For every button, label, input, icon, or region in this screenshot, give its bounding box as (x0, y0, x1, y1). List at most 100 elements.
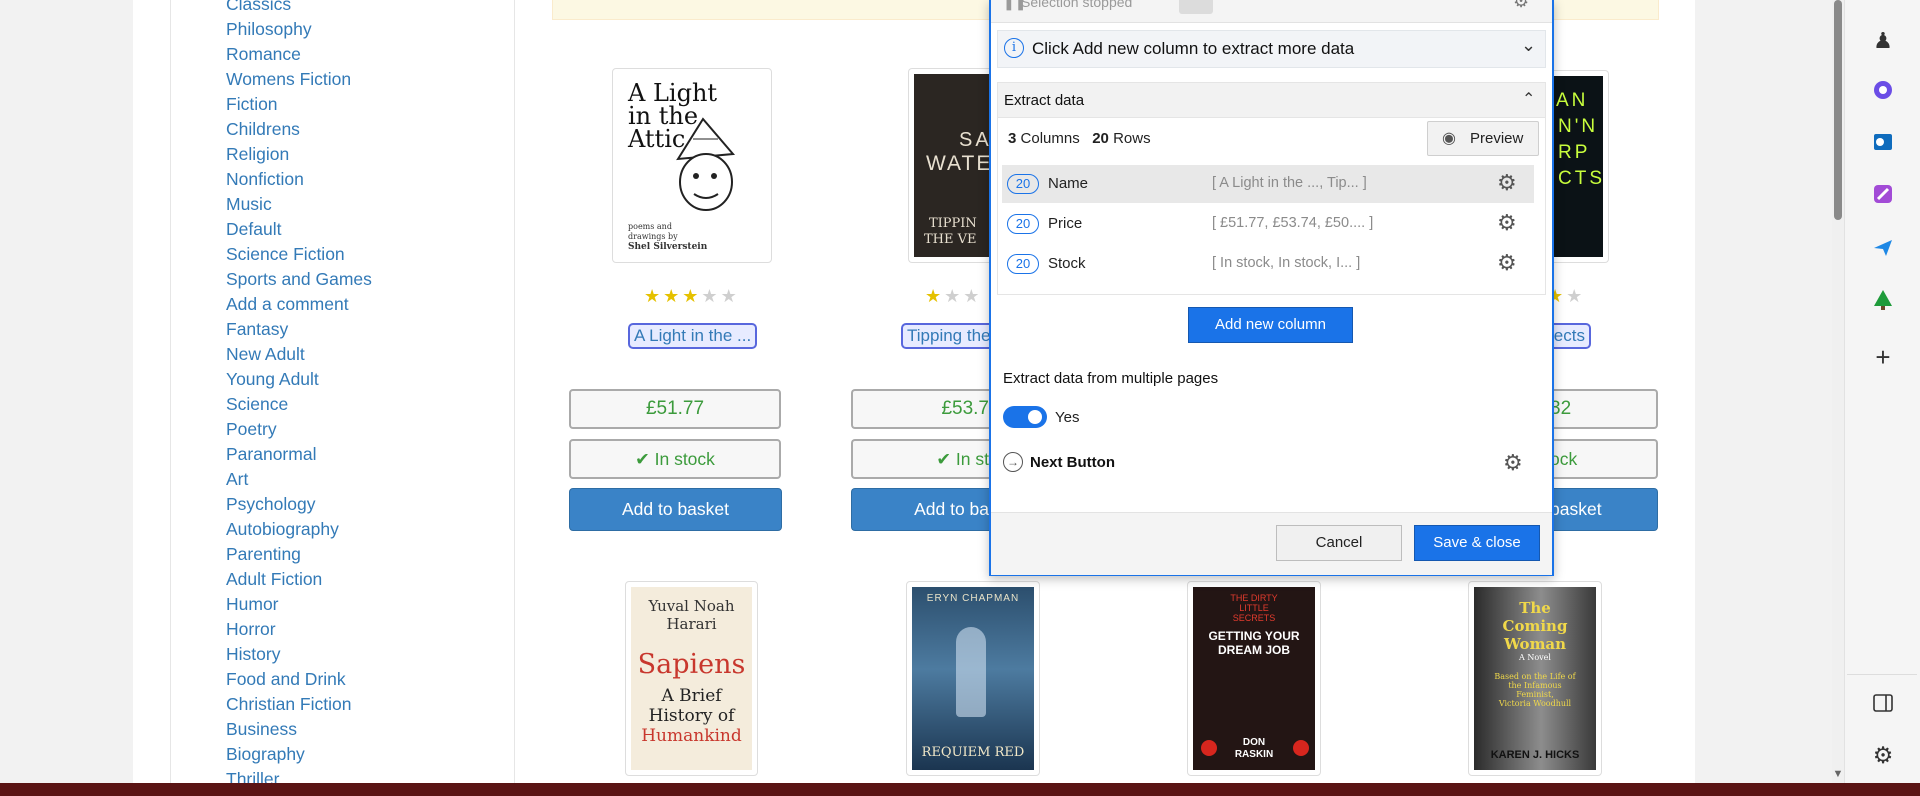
info-banner[interactable]: i Click Add new column to extract more d… (997, 30, 1546, 68)
category-link[interactable]: Biography (226, 744, 305, 765)
category-link[interactable]: Classics (226, 0, 291, 15)
product-thumbnail[interactable]: AN N'N RP CTS (1550, 70, 1609, 263)
category-link[interactable]: Fantasy (226, 319, 288, 340)
star-icon: ★ (720, 286, 740, 306)
preview-button[interactable]: ◉ Preview (1427, 121, 1539, 156)
add-to-basket-button[interactable]: Add to basket (569, 488, 782, 531)
column-name: Stock (1048, 255, 1086, 272)
cover-subtitle: Victoria Woodhull (1498, 699, 1572, 708)
add-icon[interactable]: + (1870, 344, 1896, 370)
stock-label: In st (955, 449, 989, 469)
category-link[interactable]: Horror (226, 619, 276, 640)
category-link[interactable]: Romance (226, 44, 301, 65)
category-link[interactable]: Childrens (226, 119, 300, 140)
category-link[interactable]: History (226, 644, 280, 665)
eye-icon: ◉ (1442, 130, 1456, 147)
star-icon: ★ (644, 286, 664, 306)
product-thumbnail[interactable]: SARA WATE TIPPIN THE VE (908, 68, 989, 263)
book-cover-image: SARA WATE TIPPIN THE VE (914, 74, 989, 257)
book-cover-image: AN N'N RP CTS (1550, 76, 1603, 257)
multi-page-toggle[interactable] (1003, 406, 1047, 428)
category-link[interactable]: Paranormal (226, 444, 316, 465)
extract-data-section-header[interactable]: Extract data ⌃ (997, 82, 1546, 118)
book-cover-image: Yuval Noah Harari Sapiens A Brief Histor… (631, 587, 752, 770)
category-link[interactable]: Music (226, 194, 272, 215)
category-link[interactable]: Food and Drink (226, 669, 346, 690)
category-link[interactable]: New Adult (226, 344, 305, 365)
add-new-column-button[interactable]: Add new column (1188, 307, 1353, 343)
product-price: 32 (1550, 389, 1658, 429)
product-title-link[interactable]: jects (1550, 323, 1591, 349)
tree-icon[interactable] (1870, 288, 1896, 314)
category-link[interactable]: Humor (226, 594, 279, 615)
product-thumbnail[interactable]: ERYN CHAPMAN REQUIEM RED (906, 581, 1040, 776)
arrow-right-circle-icon: → (1003, 452, 1023, 472)
check-icon: ✔ (936, 449, 952, 469)
column-sample-values: [ A Light in the ..., Tip... ] (1212, 175, 1367, 191)
column-row-name[interactable]: 20 Name [ A Light in the ..., Tip... ] ⚙ (1002, 165, 1534, 203)
add-to-basket-button[interactable]: basket (1550, 488, 1658, 531)
scroll-down-arrow-icon[interactable]: ▼ (1832, 768, 1844, 782)
button-label: basket (1550, 499, 1602, 519)
cover-title-line: Coming (1502, 617, 1568, 635)
category-link[interactable]: Business (226, 719, 297, 740)
split-view-icon[interactable] (1870, 692, 1896, 718)
column-row-price[interactable]: 20 Price [ £51.77, £53.74, £50.... ] ⚙ (1002, 205, 1534, 243)
category-link[interactable]: Religion (226, 144, 289, 165)
category-link[interactable]: Nonfiction (226, 169, 304, 190)
send-icon[interactable] (1870, 236, 1896, 262)
star-icon: ★ (944, 286, 964, 306)
book-cover-image: ERYN CHAPMAN REQUIEM RED (912, 587, 1034, 770)
eye-toggle-icon[interactable] (1179, 0, 1213, 14)
extract-data-section-body: 3 Columns 20 Rows ◉ Preview 20 Name [ A … (997, 116, 1546, 295)
next-button-selector-label[interactable]: Next Button (1030, 454, 1115, 471)
product-thumbnail[interactable]: The Coming Woman A Novel Based on the Li… (1468, 581, 1602, 776)
category-link[interactable]: Science Fiction (226, 244, 345, 265)
category-link[interactable]: Womens Fiction (226, 69, 351, 90)
chevron-down-icon[interactable]: ⌄ (1521, 35, 1536, 56)
category-link[interactable]: Young Adult (226, 369, 319, 390)
scrollbar-thumb[interactable] (1834, 0, 1842, 220)
category-link[interactable]: Science (226, 394, 288, 415)
save-close-button[interactable]: Save & close (1414, 525, 1540, 561)
category-link[interactable]: Default (226, 219, 281, 240)
category-link[interactable]: Sports and Games (226, 269, 372, 290)
selection-status-text: Selection stopped (1021, 0, 1133, 10)
category-link[interactable]: Adult Fiction (226, 569, 322, 590)
category-link[interactable]: Art (226, 469, 248, 490)
column-settings-gear-icon[interactable]: ⚙ (1497, 252, 1517, 274)
column-settings-gear-icon[interactable]: ⚙ (1497, 212, 1517, 234)
cover-badge (1293, 740, 1309, 756)
product-thumbnail[interactable]: THE DIRTY LITTLE SECRETS GETTING YOUR DR… (1187, 581, 1321, 776)
category-link[interactable]: Psychology (226, 494, 316, 515)
copilot-icon[interactable] (1870, 78, 1896, 104)
chess-icon[interactable]: ♟ (1870, 28, 1896, 54)
next-button-settings-gear-icon[interactable]: ⚙ (1503, 452, 1523, 474)
rail-divider (1847, 674, 1917, 675)
product-title-link[interactable]: Tipping the (901, 323, 993, 349)
button-label: Add to ba (914, 499, 989, 519)
category-link[interactable]: Poetry (226, 419, 277, 440)
product-title-link[interactable]: A Light in the ... (628, 323, 758, 349)
column-settings-gear-icon[interactable]: ⚙ (1497, 172, 1517, 194)
cover-title-line: LITTLE (1239, 603, 1269, 613)
category-link[interactable]: Add a comment (226, 294, 349, 315)
product-thumbnail[interactable]: Yuval Noah Harari Sapiens A Brief Histor… (625, 581, 758, 776)
category-link[interactable]: Philosophy (226, 19, 312, 40)
cancel-button[interactable]: Cancel (1276, 525, 1402, 561)
settings-gear-icon[interactable]: ⚙ (1870, 742, 1896, 768)
section-title: Extract data (1004, 92, 1085, 109)
add-to-basket-button[interactable]: Add to ba (851, 488, 989, 531)
category-link[interactable]: Parenting (226, 544, 301, 565)
chevron-up-icon[interactable]: ⌃ (1522, 89, 1535, 109)
designer-icon[interactable] (1870, 182, 1896, 208)
outlook-icon[interactable] (1870, 130, 1896, 156)
product-thumbnail[interactable]: A Light in the Attic poems and drawings … (612, 68, 772, 263)
category-link[interactable]: Fiction (226, 94, 278, 115)
cover-title-line: RP (1558, 142, 1591, 163)
gear-icon[interactable]: ⚙ (1513, 0, 1529, 12)
stock-status: ✔ In st (851, 439, 989, 479)
column-row-stock[interactable]: 20 Stock [ In stock, In stock, I... ] ⚙ (1002, 245, 1534, 283)
category-link[interactable]: Christian Fiction (226, 694, 351, 715)
category-link[interactable]: Autobiography (226, 519, 339, 540)
